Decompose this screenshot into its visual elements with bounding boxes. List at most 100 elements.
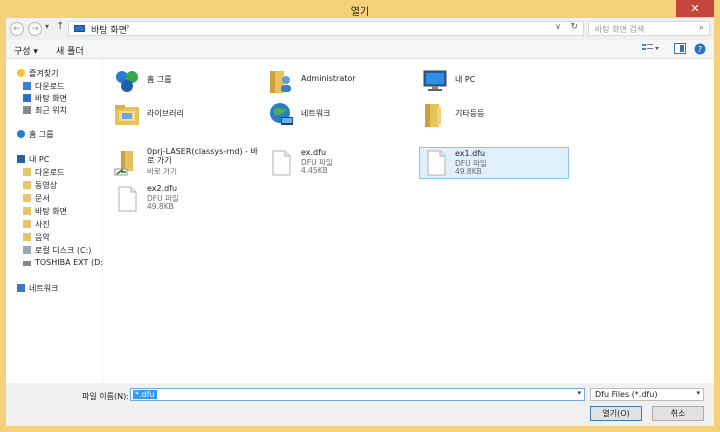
folder-icon [23, 233, 31, 241]
tile-libraries[interactable]: 라이브러리 [113, 99, 253, 131]
star-icon [17, 69, 25, 77]
folder-icon [23, 207, 31, 215]
nav-pc-desktop[interactable]: 바탕 화면 [23, 206, 67, 217]
nav-pc-documents[interactable]: 문서 [23, 193, 50, 204]
tile-size: 49.8KB [455, 167, 482, 176]
navigation-pane: 즐겨찾기 다운로드 바탕 화면 최근 위치 홈 그룹 내 PC 다운로드 동영상… [6, 59, 106, 383]
user-folder-icon [267, 67, 295, 95]
chevron-down-icon[interactable]: ▾ [696, 389, 700, 397]
address-bar[interactable]: 바탕 화면 › ∨ ↻ [68, 21, 584, 36]
filetype-value: Dfu Files (*.dfu) [595, 390, 658, 399]
computer-icon [421, 67, 449, 95]
tile-size: 4.45KB [301, 166, 328, 175]
refresh-icon[interactable]: ↻ [570, 22, 578, 32]
tile-size: 49.8KB [147, 202, 174, 211]
search-icon[interactable]: ⌕ [699, 23, 704, 33]
drive-icon [23, 246, 31, 254]
tile-administrator[interactable]: Administrator [267, 65, 407, 97]
tile-shortcut[interactable]: 0prj-LASER(classys-rnd) - 바로 가기 바로 가기 [113, 147, 263, 179]
file-icon [422, 149, 450, 177]
folder-icon [23, 181, 31, 189]
desktop-icon [23, 94, 31, 102]
nav-pc-videos[interactable]: 동영상 [23, 180, 57, 191]
window-title: 열기 [350, 7, 370, 18]
filename-input[interactable]: *.dfu ▾ [130, 388, 585, 401]
address-path[interactable]: 바탕 화면 [91, 23, 127, 36]
folder-icon [421, 101, 449, 129]
tile-network[interactable]: 네트워크 [267, 99, 407, 131]
homegroup-icon [113, 67, 141, 95]
folder-icon [23, 194, 31, 202]
close-button[interactable]: ✕ [676, 0, 714, 17]
tile-ex2-dfu[interactable]: ex2.dfu DFU 파일 49.8KB [113, 183, 253, 217]
tile-homegroup[interactable]: 홈 그룹 [113, 65, 253, 97]
file-list: 홈 그룹 Administrator 내 PC 라이브러리 네트워크 기타등등 … [103, 59, 714, 383]
tile-name: ex.dfu [301, 148, 327, 157]
nav-pc-downloads[interactable]: 다운로드 [23, 167, 64, 178]
desktop-icon [74, 25, 85, 32]
new-folder-button[interactable]: 새 폴더 [56, 44, 84, 57]
recent-dropdown-icon[interactable]: ▾ [45, 22, 49, 31]
nav-pc-music[interactable]: 음악 [23, 232, 50, 243]
tile-name: ex2.dfu [147, 184, 178, 193]
tile-ex-dfu[interactable]: ex.dfu DFU 파일 4.45KB [267, 147, 407, 181]
up-button[interactable]: ↑ [56, 21, 64, 32]
tile-type: 바로 가기 [147, 167, 177, 176]
tile-name: ex1.dfu [455, 149, 486, 158]
search-input[interactable]: 바탕 화면 검색 ⌕ [588, 21, 710, 36]
downloads-icon [23, 82, 31, 90]
nav-pc-local-disk[interactable]: 로컬 디스크 (C:) [23, 245, 91, 256]
tile-this-pc[interactable]: 내 PC [421, 65, 561, 97]
nav-this-pc[interactable]: 내 PC [17, 154, 49, 165]
tile-folder-etc[interactable]: 기타등등 [421, 99, 561, 131]
tile-name: 0prj-LASER(classys-rnd) - 바로 가기 [147, 147, 258, 165]
drive-icon [23, 261, 31, 266]
address-dropdown-icon[interactable]: ∨ [555, 22, 561, 31]
recent-places-icon [23, 106, 31, 114]
folder-icon [23, 220, 31, 228]
help-icon[interactable]: ? [694, 43, 706, 55]
tile-ex1-dfu[interactable]: ex1.dfu DFU 파일 49.8KB [419, 147, 569, 179]
tile-name: 라이브러리 [147, 109, 184, 118]
chevron-down-icon[interactable]: ▾ [577, 389, 581, 397]
svg-text:?: ? [698, 45, 702, 54]
preview-pane-icon[interactable] [674, 43, 686, 54]
chevron-right-icon[interactable]: › [126, 22, 130, 32]
title-bar[interactable]: 열기 ✕ [0, 0, 720, 18]
nav-favorites-recent[interactable]: 최근 위치 [23, 105, 67, 116]
nav-favorites-desktop[interactable]: 바탕 화면 [23, 93, 67, 104]
tile-name: Administrator [301, 74, 356, 83]
network-icon [17, 284, 25, 292]
address-row: ← → ▾ ↑ 바탕 화면 › ∨ ↻ 바탕 화면 검색 ⌕ [6, 18, 714, 40]
cancel-button[interactable]: 취소 [652, 406, 704, 421]
search-placeholder: 바탕 화면 검색 [595, 25, 645, 34]
filetype-select[interactable]: Dfu Files (*.dfu) ▾ [590, 388, 704, 401]
dialog-body: ← → ▾ ↑ 바탕 화면 › ∨ ↻ 바탕 화면 검색 ⌕ 구성 ▾ 새 폴더 [6, 18, 714, 426]
dialog-footer: 파일 이름(N): *.dfu ▾ Dfu Files (*.dfu) ▾ 열기… [6, 383, 714, 426]
filename-value[interactable]: *.dfu [133, 390, 157, 399]
open-button[interactable]: 열기(O) [590, 406, 642, 421]
folder-icon [23, 168, 31, 176]
organize-button[interactable]: 구성 ▾ [14, 44, 38, 57]
open-file-dialog: 열기 ✕ ← → ▾ ↑ 바탕 화면 › ∨ ↻ 바탕 화면 검색 ⌕ 구성 ▾… [0, 0, 720, 432]
shortcut-icon [113, 149, 141, 177]
view-options-icon[interactable] [642, 43, 659, 54]
nav-favorites[interactable]: 즐겨찾기 [17, 68, 58, 79]
forward-button[interactable]: → [28, 22, 42, 36]
nav-pc-pictures[interactable]: 사진 [23, 219, 50, 230]
computer-icon [17, 155, 25, 163]
nav-network[interactable]: 네트워크 [17, 283, 58, 294]
homegroup-icon [17, 130, 25, 138]
library-icon [113, 101, 141, 129]
network-icon [267, 101, 295, 129]
nav-homegroup[interactable]: 홈 그룹 [17, 129, 54, 140]
command-bar: 구성 ▾ 새 폴더 ? [6, 40, 714, 59]
nav-pc-external-drive[interactable]: TOSHIBA EXT (D:) [23, 258, 106, 267]
tile-name: 내 PC [455, 75, 476, 84]
filename-label: 파일 이름(N): [82, 392, 129, 401]
file-icon [113, 185, 141, 213]
back-button[interactable]: ← [10, 22, 24, 36]
file-icon [267, 149, 295, 177]
nav-favorites-downloads[interactable]: 다운로드 [23, 81, 64, 92]
tile-name: 네트워크 [301, 109, 331, 118]
